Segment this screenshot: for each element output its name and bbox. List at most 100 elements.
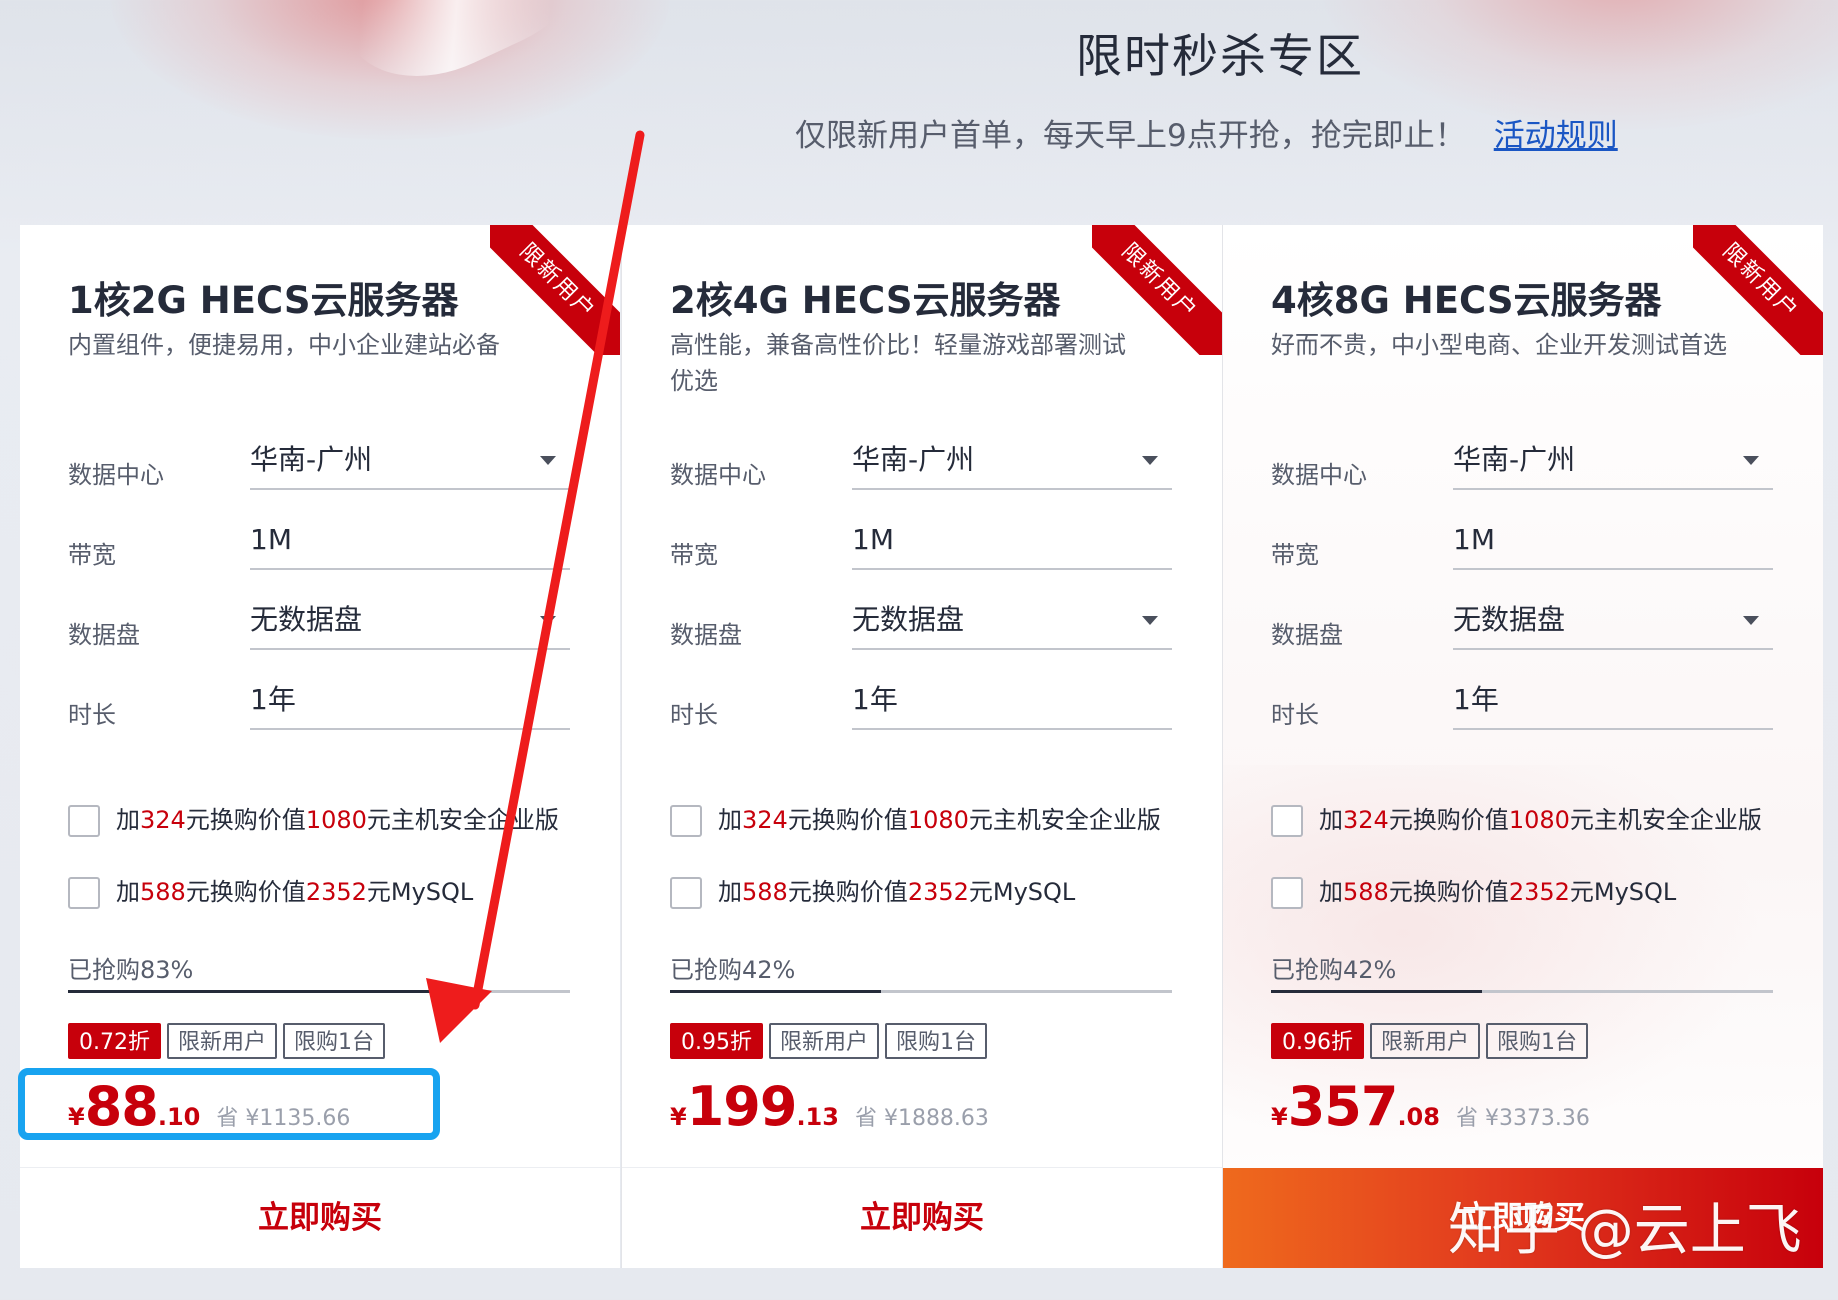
chevron-down-icon (540, 456, 556, 465)
newuser-tag: 限新用户 (167, 1023, 278, 1059)
addon-price: 588 (742, 878, 788, 906)
datacenter-label: 数据中心 (1271, 461, 1367, 489)
datacenter-label: 数据中心 (670, 461, 766, 489)
datacenter-label: 数据中心 (68, 461, 164, 489)
addon-text: 元主机安全企业版 (1569, 806, 1762, 834)
product-card-4c8g: 限新用户 4核8G HECS云服务器 好而不贵，中小型电商、企业开发测试首选 数… (1222, 225, 1823, 1268)
addon-text: 元MySQL (968, 878, 1076, 906)
currency-symbol: ¥ (1271, 1103, 1288, 1131)
addon-mysql[interactable]: 加588元换购价值2352元MySQL (68, 872, 473, 909)
duration-label: 时长 (68, 701, 116, 729)
datadisk-select[interactable]: 无数据盘 (250, 592, 570, 650)
buy-now-button[interactable]: 立即购买 (622, 1167, 1222, 1268)
tag-group: 0.72折 限新用户 限购1台 (68, 1023, 391, 1059)
tag-group: 0.95折 限新用户 限购1台 (670, 1023, 993, 1059)
bandwidth-field[interactable]: 1M (1453, 512, 1773, 570)
duration-field[interactable]: 1年 (1453, 672, 1773, 730)
annotation-highlight-box (18, 1068, 440, 1140)
discount-badge: 0.72折 (68, 1023, 161, 1059)
datadisk-label: 数据盘 (670, 621, 742, 649)
datadisk-select[interactable]: 无数据盘 (852, 592, 1172, 650)
datadisk-label: 数据盘 (1271, 621, 1343, 649)
datacenter-select[interactable]: 华南-广州 (852, 432, 1172, 490)
duration-field[interactable]: 1年 (250, 672, 570, 730)
addon-value: 1080 (907, 806, 969, 834)
addon-text: 元MySQL (366, 878, 474, 906)
sold-progress-bar (68, 990, 570, 993)
bandwidth-field[interactable]: 1M (852, 512, 1172, 570)
addon-text: 加 (718, 878, 742, 906)
addon-price: 324 (742, 806, 788, 834)
addon-checkbox[interactable] (1271, 877, 1303, 909)
chevron-down-icon (1142, 616, 1158, 625)
sold-progress-fill (68, 990, 485, 993)
addon-checkbox[interactable] (68, 877, 100, 909)
addon-value: 2352 (305, 878, 367, 906)
sold-progress-text: 已抢购83% (68, 956, 194, 984)
watermark: 知乎 @云上飞 (1448, 1198, 1802, 1263)
chevron-down-icon (1743, 616, 1759, 625)
addon-text: 加 (1319, 878, 1343, 906)
addon-price: 324 (140, 806, 186, 834)
bandwidth-label: 带宽 (670, 541, 718, 569)
addon-checkbox[interactable] (1271, 805, 1303, 837)
addon-mysql[interactable]: 加588元换购价值2352元MySQL (670, 872, 1075, 909)
page-title: 限时秒杀专区 (1076, 29, 1364, 83)
discount-badge: 0.96折 (1271, 1023, 1364, 1059)
buy-now-button[interactable]: 立即购买 (20, 1167, 620, 1268)
addon-value: 1080 (1508, 806, 1570, 834)
duration-value: 1年 (250, 683, 296, 716)
card-description: 好而不贵，中小型电商、企业开发测试首选 (1271, 331, 1727, 359)
bandwidth-value: 1M (852, 523, 894, 556)
sold-progress-bar (670, 990, 1172, 993)
bandwidth-value: 1M (1453, 523, 1495, 556)
addon-value: 2352 (907, 878, 969, 906)
subtitle-text: 仅限新用户首单，每天早上9点开抢，抢完即止！ (795, 118, 1466, 154)
duration-label: 时长 (1271, 701, 1319, 729)
bandwidth-field[interactable]: 1M (250, 512, 570, 570)
addon-text: 元换购价值 (1388, 806, 1509, 834)
addon-text: 元换购价值 (787, 806, 908, 834)
sold-progress-fill (1271, 990, 1482, 993)
bandwidth-value: 1M (250, 523, 292, 556)
addon-host-security[interactable]: 加324元换购价值1080元主机安全企业版 (670, 800, 1161, 837)
addon-text: 加 (116, 806, 140, 834)
card-title: 2核4G HECS云服务器 (670, 279, 1061, 322)
addon-checkbox[interactable] (68, 805, 100, 837)
duration-value: 1年 (1453, 683, 1499, 716)
addon-mysql[interactable]: 加588元换购价值2352元MySQL (1271, 872, 1676, 909)
bandwidth-label: 带宽 (68, 541, 116, 569)
price-integer: 357 (1287, 1075, 1399, 1138)
addon-checkbox[interactable] (670, 805, 702, 837)
newuser-tag: 限新用户 (769, 1023, 880, 1059)
addon-text: 元换购价值 (787, 878, 908, 906)
addon-text: 加 (1319, 806, 1343, 834)
price-integer: 199 (686, 1075, 798, 1138)
card-title: 1核2G HECS云服务器 (68, 279, 459, 322)
addon-price: 588 (140, 878, 186, 906)
duration-field[interactable]: 1年 (852, 672, 1172, 730)
addon-value: 2352 (1508, 878, 1570, 906)
addon-text: 元MySQL (1569, 878, 1677, 906)
duration-label: 时长 (670, 701, 718, 729)
addon-text: 元主机安全企业版 (968, 806, 1161, 834)
addon-checkbox[interactable] (670, 877, 702, 909)
addon-price: 588 (1343, 878, 1389, 906)
addon-price: 324 (1343, 806, 1389, 834)
price: ¥357.08 省 ¥3373.36 (1271, 1075, 1590, 1138)
addon-text: 元主机安全企业版 (366, 806, 559, 834)
sold-progress-bar (1271, 990, 1773, 993)
addon-text: 元换购价值 (185, 878, 306, 906)
datadisk-select[interactable]: 无数据盘 (1453, 592, 1773, 650)
card-description: 内置组件，便捷易用，中小企业建站必备 (68, 331, 500, 359)
addon-host-security[interactable]: 加324元换购价值1080元主机安全企业版 (68, 800, 559, 837)
chevron-down-icon (1142, 456, 1158, 465)
price-decimal: .08 (1397, 1103, 1440, 1131)
product-card-2c4g: 限新用户 2核4G HECS云服务器 高性能，兼备高性价比！轻量游戏部署测试优选… (621, 225, 1222, 1268)
rules-link[interactable]: 活动规则 (1494, 118, 1618, 154)
datadisk-value: 无数据盘 (852, 603, 965, 636)
addon-text: 元换购价值 (1388, 878, 1509, 906)
datacenter-select[interactable]: 华南-广州 (250, 432, 570, 490)
addon-host-security[interactable]: 加324元换购价值1080元主机安全企业版 (1271, 800, 1762, 837)
datacenter-select[interactable]: 华南-广州 (1453, 432, 1773, 490)
